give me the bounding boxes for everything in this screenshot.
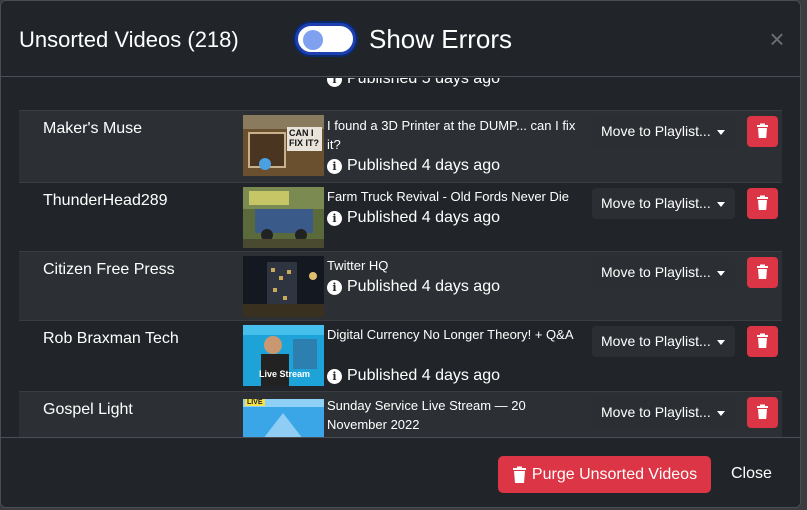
purge-label: Purge Unsorted Videos: [531, 465, 698, 483]
video-list[interactable]: i Published 5 days ago Maker's Muse CAN …: [1, 78, 800, 437]
dropdown-label: Move to Playlist...: [601, 264, 711, 280]
list-item: Maker's Muse CAN I FIX IT? I found a 3D …: [19, 110, 782, 182]
info-icon: i: [327, 78, 342, 87]
thumbnail-caption: LIVE: [245, 399, 265, 406]
modal-header: Unsorted Videos (218) Show Errors ×: [1, 1, 800, 77]
move-to-playlist-dropdown[interactable]: Move to Playlist...: [592, 326, 735, 357]
show-errors-label: Show Errors: [369, 24, 513, 54]
purge-unsorted-videos-button[interactable]: Purge Unsorted Videos: [498, 456, 711, 493]
caret-down-icon: [716, 339, 725, 345]
channel-name: Citizen Free Press: [43, 261, 175, 278]
published-info: i Published 4 days ago: [327, 367, 500, 385]
list-item: ThunderHead289 Farm Truck Revival - Old …: [19, 182, 782, 251]
list-item: Gospel Light LIVE Sunday Service Live St…: [19, 391, 782, 437]
channel-name: Gospel Light: [43, 401, 133, 418]
video-thumbnail: CAN I FIX IT?: [243, 115, 324, 176]
list-item: Rob Braxman Tech Live Stream Digital Cur…: [19, 320, 782, 391]
move-to-playlist-dropdown[interactable]: Move to Playlist...: [592, 188, 735, 219]
trash-icon: [757, 404, 768, 419]
video-thumbnail: Live Stream: [243, 325, 324, 386]
info-icon: i: [327, 279, 342, 295]
trash-icon: [757, 195, 768, 210]
thumbnail-caption: CAN I FIX IT?: [289, 128, 319, 148]
dropdown-label: Move to Playlist...: [601, 333, 711, 349]
published-text: Published 4 days ago: [347, 209, 500, 226]
published-info: i Published 4 days ago: [327, 209, 500, 227]
list-item: Citizen Free Press Twitter HQ i Publishe…: [19, 251, 782, 320]
channel-name: Maker's Muse: [43, 120, 143, 137]
info-icon: i: [327, 368, 342, 384]
info-icon: i: [327, 210, 342, 226]
move-to-playlist-dropdown[interactable]: Move to Playlist...: [592, 116, 735, 147]
published-text: Published 4 days ago: [347, 278, 500, 295]
trash-icon: [512, 466, 526, 483]
toggle-knob: [303, 30, 323, 50]
dropdown-label: Move to Playlist...: [601, 404, 711, 420]
channel-name: Rob Braxman Tech: [43, 330, 179, 347]
list-scrollbar[interactable]: [794, 78, 800, 437]
trash-icon: [757, 333, 768, 348]
published-text: Published 4 days ago: [347, 157, 500, 174]
delete-button[interactable]: [747, 326, 778, 357]
unsorted-videos-modal: Unsorted Videos (218) Show Errors × i Pu…: [0, 0, 801, 508]
video-title[interactable]: Twitter HQ: [327, 256, 585, 275]
published-text: Published 5 days ago: [347, 78, 500, 87]
modal-footer: Purge Unsorted Videos Close: [1, 437, 800, 507]
video-thumbnail: [243, 187, 324, 248]
delete-button[interactable]: [747, 188, 778, 219]
caret-down-icon: [716, 129, 725, 135]
modal-title: Unsorted Videos (218): [19, 27, 239, 52]
dropdown-label: Move to Playlist...: [601, 195, 711, 211]
info-icon: i: [327, 158, 342, 174]
dropdown-label: Move to Playlist...: [601, 123, 711, 139]
trash-icon: [757, 264, 768, 279]
video-title[interactable]: Digital Currency No Longer Theory! + Q&A: [327, 325, 585, 344]
video-title[interactable]: Farm Truck Revival - Old Fords Never Die: [327, 187, 585, 206]
close-button[interactable]: Close: [731, 465, 772, 483]
thumbnail-caption: Live Stream: [259, 369, 311, 379]
published-text: Published 4 days ago: [347, 367, 500, 384]
published-info: i Published 5 days ago: [327, 78, 500, 88]
video-thumbnail: [243, 256, 324, 317]
show-errors-toggle[interactable]: [295, 23, 356, 55]
channel-name: ThunderHead289: [43, 192, 168, 209]
trash-icon: [757, 123, 768, 138]
published-info: i Published 4 days ago: [327, 157, 500, 175]
move-to-playlist-dropdown[interactable]: Move to Playlist...: [592, 397, 735, 428]
close-icon[interactable]: ×: [765, 26, 789, 52]
video-title[interactable]: I found a 3D Printer at the DUMP... can …: [327, 116, 585, 154]
video-title[interactable]: Sunday Service Live Stream — 20 November…: [327, 396, 585, 434]
move-to-playlist-dropdown[interactable]: Move to Playlist...: [592, 257, 735, 288]
caret-down-icon: [716, 201, 725, 207]
caret-down-icon: [716, 270, 725, 276]
delete-button[interactable]: [747, 257, 778, 288]
published-info: i Published 4 days ago: [327, 278, 500, 296]
video-thumbnail: LIVE: [243, 399, 324, 437]
delete-button[interactable]: [747, 397, 778, 428]
delete-button[interactable]: [747, 116, 778, 147]
caret-down-icon: [716, 410, 725, 416]
